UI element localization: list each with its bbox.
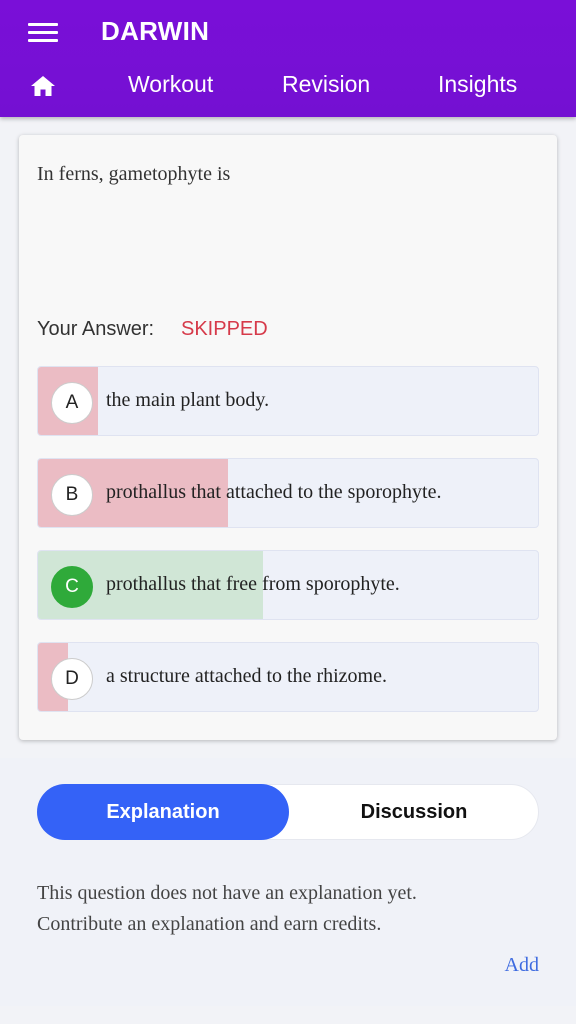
tab-explanation[interactable]: Explanation <box>37 784 289 840</box>
option-a[interactable]: A the main plant body. <box>37 366 539 436</box>
question-card: In ferns, gametophyte is Your Answer: SK… <box>19 135 557 740</box>
your-answer-label: Your Answer: <box>37 318 155 340</box>
add-explanation-link[interactable]: Add <box>505 954 539 977</box>
explanation-message: This question does not have an explanati… <box>37 878 537 940</box>
question-text: In ferns, gametophyte is <box>37 163 231 185</box>
tab-discussion[interactable]: Discussion <box>288 784 540 840</box>
option-a-letter: A <box>51 382 93 424</box>
explanation-line-2: Contribute an explanation and earn credi… <box>37 913 382 935</box>
nav-workout[interactable]: Workout <box>128 71 213 98</box>
option-d[interactable]: D a structure attached to the rhizome. <box>37 642 539 712</box>
option-c[interactable]: C prothallus that free from sporophyte. <box>37 550 539 620</box>
nav-revision[interactable]: Revision <box>282 71 370 98</box>
option-c-text: prothallus that free from sporophyte. <box>106 573 400 595</box>
app-title: DARWIN <box>101 16 210 46</box>
option-d-letter: D <box>51 658 93 700</box>
nav-insights[interactable]: Insights <box>438 71 517 98</box>
option-b-letter: B <box>51 474 93 516</box>
explanation-line-1: This question does not have an explanati… <box>37 882 417 904</box>
option-a-text: the main plant body. <box>106 389 270 411</box>
hamburger-menu-icon[interactable] <box>28 22 58 44</box>
option-c-letter: C <box>51 566 93 608</box>
tab-switcher: Explanation Discussion <box>37 784 539 840</box>
option-b-text: prothallus that attached to the sporophy… <box>106 481 442 503</box>
app-header: DARWIN Workout Revision Insights <box>0 0 576 117</box>
your-answer-value: SKIPPED <box>181 318 268 340</box>
home-icon[interactable] <box>30 74 56 98</box>
option-d-text: a structure attached to the rhizome. <box>106 665 387 687</box>
explanation-panel: Explanation Discussion This question doe… <box>0 758 576 1006</box>
option-b[interactable]: B prothallus that attached to the sporop… <box>37 458 539 528</box>
